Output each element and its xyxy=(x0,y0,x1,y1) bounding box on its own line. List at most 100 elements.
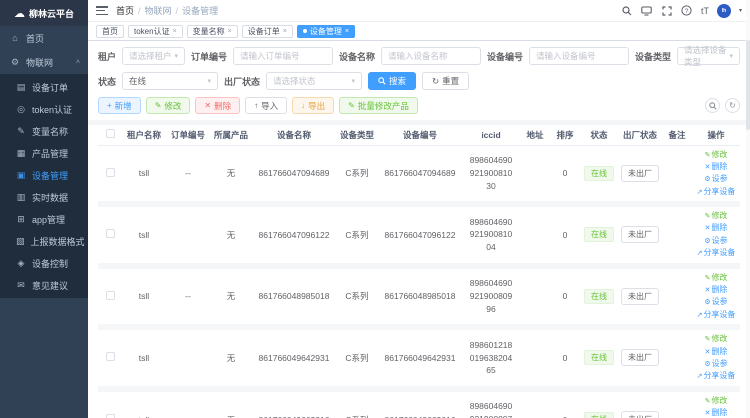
row-set-params-link[interactable]: ⚙设参 xyxy=(704,174,727,184)
row-delete-link[interactable]: ✕删除 xyxy=(705,162,728,172)
sidebar-item-report-format[interactable]: ▧ 上报数据格式 xyxy=(0,230,88,252)
sidebar-item-app-mgmt[interactable]: ⊞ app管理 xyxy=(0,208,88,230)
status-select[interactable]: 在线 ▾ xyxy=(122,72,218,90)
row-share-device-link[interactable]: ↗分享设备 xyxy=(697,248,736,258)
close-icon[interactable]: × xyxy=(228,28,232,35)
factory-status-button[interactable]: 未出厂 xyxy=(621,349,659,366)
sidebar-item-label: 首页 xyxy=(26,32,44,45)
sidebar-item-token-auth[interactable]: ◎ token认证 xyxy=(0,98,88,120)
refresh-button[interactable]: ↻ xyxy=(725,98,740,113)
chevron-down-icon: ▾ xyxy=(729,52,733,60)
row-share-device-link[interactable]: ↗分享设备 xyxy=(697,187,736,197)
order-no-input[interactable] xyxy=(233,47,333,65)
help-icon[interactable]: ? xyxy=(681,5,693,17)
vertical-scrollbar[interactable] xyxy=(746,0,750,418)
row-share-device-link[interactable]: ↗分享设备 xyxy=(697,310,736,320)
sidebar-item-feedback[interactable]: ✉ 意见建议 xyxy=(0,274,88,296)
tenant-select[interactable]: 请选择租户 ▾ xyxy=(122,47,185,65)
add-button[interactable]: + 新增 xyxy=(98,97,141,114)
row-edit-link[interactable]: ✎修改 xyxy=(705,211,728,221)
sidebar-item-variable-name[interactable]: ✎ 变量名称 xyxy=(0,120,88,142)
row-checkbox[interactable] xyxy=(106,414,115,418)
hamburger-icon[interactable] xyxy=(96,6,108,15)
user-avatar[interactable]: lh xyxy=(717,4,731,18)
import-button[interactable]: ↑ 导入 xyxy=(245,97,287,114)
factory-status-button[interactable]: 未出厂 xyxy=(621,165,659,182)
toggle-search-button[interactable] xyxy=(705,98,720,113)
sidebar-item-label: 意见建议 xyxy=(32,279,68,292)
factory-status-button[interactable]: 未出厂 xyxy=(621,288,659,305)
device-no-input[interactable] xyxy=(529,47,629,65)
row-edit-link[interactable]: ✎修改 xyxy=(705,396,728,406)
device-type-label: 设备类型 xyxy=(635,50,671,63)
font-size-icon[interactable]: tT xyxy=(701,6,709,16)
row-delete-link[interactable]: ✕删除 xyxy=(705,347,728,357)
close-icon[interactable]: × xyxy=(345,28,349,35)
table-row: tsll 无 861766049662616 C系列 8617660496626… xyxy=(98,389,740,418)
delete-button[interactable]: ✕ 删除 xyxy=(195,97,240,114)
row-edit-link[interactable]: ✎修改 xyxy=(705,150,728,160)
feedback-icon: ✉ xyxy=(16,280,26,291)
product-mgmt-icon: ▦ xyxy=(16,148,26,159)
cell-type: C系列 xyxy=(336,204,378,266)
brand-title: 柳林云平台 xyxy=(29,7,74,20)
device-type-select[interactable]: 请选择设备类型 ▾ xyxy=(677,47,740,65)
cell-remark xyxy=(662,204,692,266)
col-name: 设备名称 xyxy=(252,125,336,145)
batch-edit-product-button[interactable]: ✎ 批量修改产品 xyxy=(339,97,418,114)
row-delete-link[interactable]: ✕删除 xyxy=(705,408,728,418)
row-edit-link[interactable]: ✎修改 xyxy=(705,334,728,344)
fullscreen-icon[interactable] xyxy=(661,5,673,17)
sidebar-item-iot[interactable]: ⚙ 物联网 ˄ xyxy=(0,50,88,74)
row-checkbox[interactable] xyxy=(106,229,115,238)
breadcrumb-home[interactable]: 首页 xyxy=(116,4,134,17)
select-all-checkbox[interactable] xyxy=(106,129,115,138)
trash-icon: ✕ xyxy=(705,410,711,417)
trash-icon: ✕ xyxy=(705,287,711,294)
tab-device-mgmt[interactable]: 设备管理 × xyxy=(297,25,355,38)
tab-label: 设备订单 xyxy=(248,26,280,37)
row-checkbox[interactable] xyxy=(106,352,115,361)
sidebar-item-home[interactable]: ⌂ 首页 xyxy=(0,26,88,50)
factory-status-button[interactable]: 未出厂 xyxy=(621,411,659,418)
row-set-params-link[interactable]: ⚙设参 xyxy=(704,359,727,369)
monitor-icon[interactable] xyxy=(641,5,653,17)
sidebar-item-device-control[interactable]: ◈ 设备控制 xyxy=(0,252,88,274)
row-checkbox[interactable] xyxy=(106,291,115,300)
sidebar-item-product-mgmt[interactable]: ▦ 产品管理 xyxy=(0,142,88,164)
close-icon[interactable]: × xyxy=(173,28,177,35)
chevron-down-icon[interactable]: ▾ xyxy=(739,7,742,14)
search-button[interactable]: 搜索 xyxy=(368,72,416,90)
table-row: tsll 无 861766049642931 C系列 8617660496429… xyxy=(98,327,740,389)
cell-name: 861766047094689 xyxy=(252,145,336,204)
sidebar-item-realtime-data[interactable]: ▥ 实时数据 xyxy=(0,186,88,208)
row-edit-link[interactable]: ✎修改 xyxy=(705,273,728,283)
cell-product: 无 xyxy=(210,145,252,204)
sidebar-item-device-mgmt[interactable]: ▣ 设备管理 xyxy=(0,164,88,186)
scrollbar-thumb[interactable] xyxy=(746,40,750,130)
sidebar-item-device-order[interactable]: ▤ 设备订单 xyxy=(0,76,88,98)
row-share-device-link[interactable]: ↗分享设备 xyxy=(697,371,736,381)
factory-status-button[interactable]: 未出厂 xyxy=(621,226,659,243)
export-button[interactable]: ↓ 导出 xyxy=(292,97,334,114)
status-label: 状态 xyxy=(98,75,116,88)
tab-device-order[interactable]: 设备订单 × xyxy=(242,25,293,38)
row-checkbox[interactable] xyxy=(106,168,115,177)
tab-token-auth[interactable]: token认证 × xyxy=(128,25,183,38)
row-set-params-link[interactable]: ⚙设参 xyxy=(704,236,727,246)
row-delete-link[interactable]: ✕删除 xyxy=(705,285,728,295)
factory-status-select[interactable]: 请选择状态 ▾ xyxy=(266,72,362,90)
close-icon[interactable]: × xyxy=(283,28,287,35)
tab-home[interactable]: 首页 xyxy=(96,25,124,38)
edit-button[interactable]: ✎ 修改 xyxy=(146,97,191,114)
search-icon[interactable] xyxy=(621,5,633,17)
cell-no: 861766049642931 xyxy=(378,327,462,389)
reset-button[interactable]: ↻ 重置 xyxy=(422,72,469,90)
device-name-input[interactable] xyxy=(381,47,481,65)
row-set-params-link[interactable]: ⚙设参 xyxy=(704,297,727,307)
tab-variable-name[interactable]: 变量名称 × xyxy=(187,25,238,38)
col-status: 状态 xyxy=(580,125,618,145)
row-delete-link[interactable]: ✕删除 xyxy=(705,223,728,233)
realtime-data-icon: ▥ xyxy=(16,192,26,203)
edit-icon: ✎ xyxy=(155,101,162,110)
